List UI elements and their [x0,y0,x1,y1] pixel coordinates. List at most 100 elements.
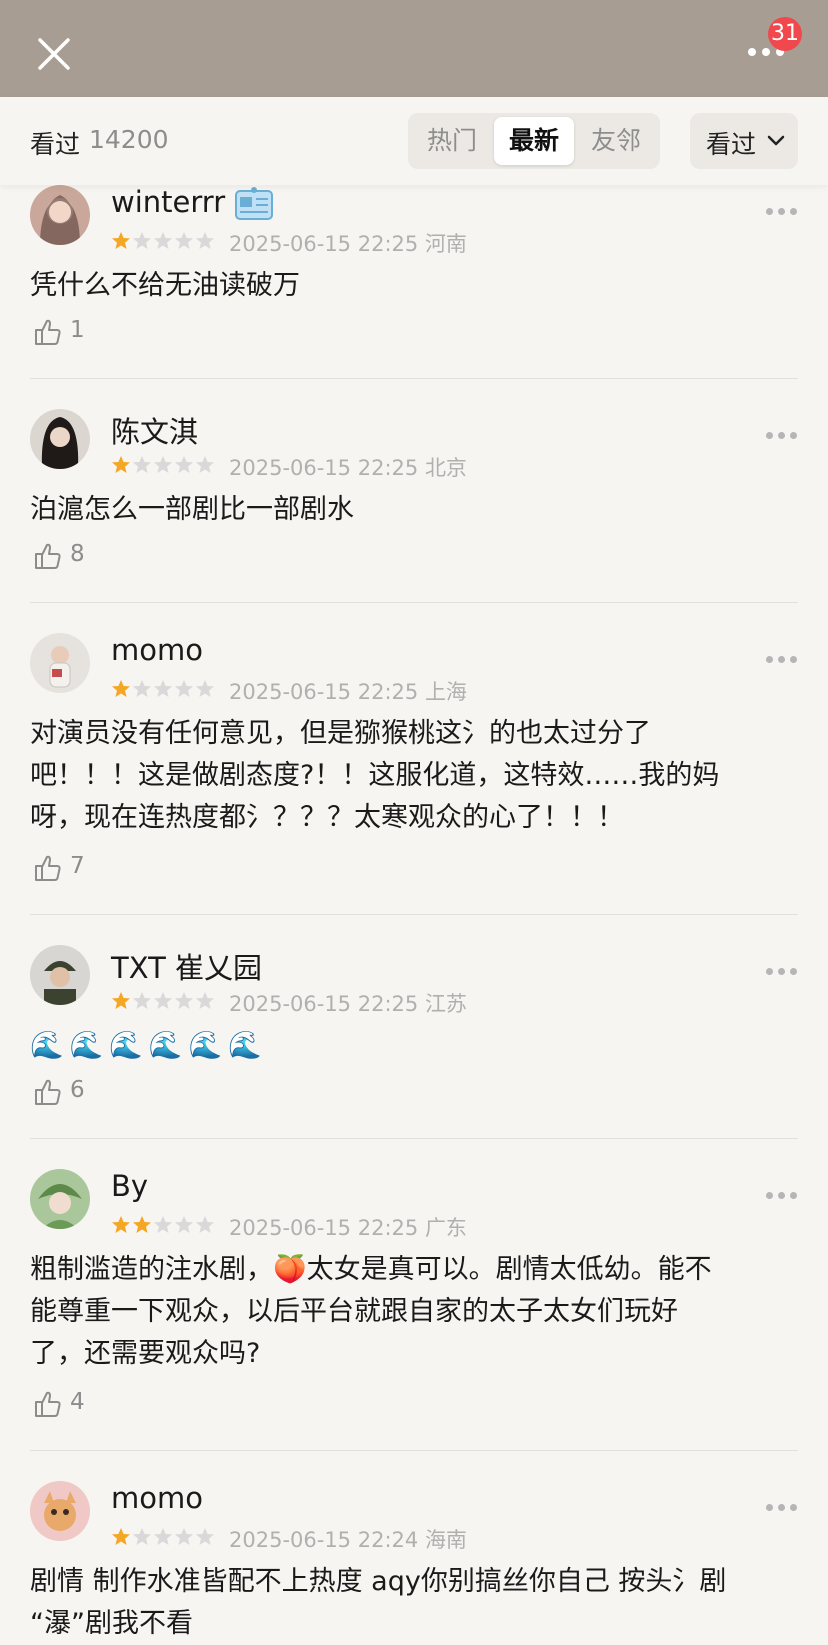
star-empty-icon [175,680,193,697]
avatar[interactable] [30,1481,90,1541]
seen-label: 看过 [30,130,81,159]
like-button[interactable]: 6 [33,1077,113,1109]
review-location: 河南 [424,232,467,256]
review-date: 2025-06-15 22:25 [229,456,419,480]
thumbs-up-icon [35,319,61,345]
rating-stars [111,455,216,477]
review-more-icon[interactable] [766,967,798,977]
review-meta: 2025-06-15 22:25 河南 [229,228,467,258]
review-more-icon[interactable] [766,1503,798,1513]
divider [30,1450,798,1451]
review-text: 凭什么不给无油读破万 [30,270,300,301]
username[interactable]: momo [111,633,203,667]
divider [30,602,798,603]
thumbs-up-icon [35,1391,61,1417]
like-count: 1 [70,317,85,343]
username[interactable]: 陈文淇 [111,409,198,451]
review-date: 2025-06-15 22:25 [229,992,419,1016]
star-empty-icon [133,456,151,473]
review-more-icon[interactable] [766,655,798,665]
avatar[interactable] [30,945,90,1005]
review-date: 2025-06-15 22:25 [229,1216,419,1240]
star-empty-icon [154,680,172,697]
sort-tabs: 热门 最新 友邻 [408,113,660,169]
review-more-icon[interactable] [766,207,798,217]
star-filled-icon [112,1528,130,1545]
star-empty-icon [196,1216,214,1233]
like-button[interactable]: 8 [33,541,113,573]
avatar[interactable] [30,1169,90,1229]
review-meta: 2025-06-15 22:25 江苏 [229,988,467,1018]
star-empty-icon [133,1528,151,1545]
review-text: 剧情 制作水准皆配不上热度 aqy你别搞丝你自己 按头氵剧 “瀑”剧我不看 [30,1566,727,1639]
username[interactable]: By [111,1169,148,1203]
star-empty-icon [133,680,151,697]
seen-count: 14200 [89,125,169,154]
review-text: 对演员没有任何意见，但是猕猴桃这氵的也太过分了 吧！！！这是做剧态度?！！这服化… [30,718,720,833]
review-meta: 2025-06-15 22:25 北京 [229,452,467,482]
review-meta: 2025-06-15 22:24 海南 [229,1524,467,1554]
review-date: 2025-06-15 22:24 [229,1528,419,1552]
like-button[interactable]: 4 [33,1389,113,1421]
star-filled-icon [112,456,130,473]
review-meta: 2025-06-15 22:25 广东 [229,1212,467,1242]
tab-hot[interactable]: 热门 [412,117,492,165]
star-empty-icon [154,1528,172,1545]
review-more-icon[interactable] [766,431,798,441]
star-filled-icon [112,1216,130,1233]
star-empty-icon [196,232,214,249]
username[interactable]: TXT 崔乂园 [111,945,262,987]
thumbs-up-icon [35,855,61,881]
like-button[interactable]: 7 [33,853,113,885]
star-filled-icon [112,232,130,249]
member-card-icon [235,187,274,220]
star-empty-icon [196,992,214,1009]
chevron-down-icon [767,135,785,146]
review-location: 江苏 [424,992,467,1016]
rating-stars [111,991,216,1013]
like-count: 8 [70,541,85,567]
review-location: 上海 [424,680,467,704]
star-empty-icon [154,232,172,249]
status-dropdown[interactable]: 看过 [690,113,798,169]
like-count: 6 [70,1077,85,1103]
review-text: 🌊🌊🌊🌊🌊🌊 [30,1030,268,1061]
review-date: 2025-06-15 22:25 [229,232,419,256]
dropdown-label: 看过 [706,130,757,159]
star-empty-icon [196,456,214,473]
review-text: 粗制滥造的注水剧，🍑太女是真可以。剧情太低幼。能不 能尊重一下观众，以后平台就跟… [30,1254,712,1369]
avatar[interactable] [30,409,90,469]
star-filled-icon [112,680,130,697]
review-more-icon[interactable] [766,1191,798,1201]
review-meta: 2025-06-15 22:25 上海 [229,676,467,706]
username[interactable]: momo [111,1481,203,1515]
star-empty-icon [175,1216,193,1233]
like-button[interactable]: 1 [33,317,113,349]
star-empty-icon [175,1528,193,1545]
avatar[interactable] [30,185,90,245]
review-location: 广东 [424,1216,467,1240]
review-location: 北京 [424,456,467,480]
star-empty-icon [133,232,151,249]
star-empty-icon [196,680,214,697]
review-date: 2025-06-15 22:25 [229,680,419,704]
like-count: 4 [70,1389,85,1415]
close-icon[interactable] [36,36,72,72]
star-empty-icon [154,456,172,473]
notification-badge: 31 [768,17,802,51]
star-empty-icon [154,992,172,1009]
star-empty-icon [196,1528,214,1545]
star-filled-icon [112,992,130,1009]
avatar[interactable] [30,633,90,693]
rating-stars [111,1215,216,1237]
username-text: winterrr [111,185,226,219]
tab-latest[interactable]: 最新 [494,117,574,165]
star-empty-icon [175,992,193,1009]
tab-friends[interactable]: 友邻 [576,117,656,165]
star-empty-icon [175,232,193,249]
like-count: 7 [70,853,85,879]
star-empty-icon [154,1216,172,1233]
thumbs-up-icon [35,543,61,569]
username[interactable]: winterrr [111,185,274,221]
review-location: 海南 [424,1528,467,1552]
